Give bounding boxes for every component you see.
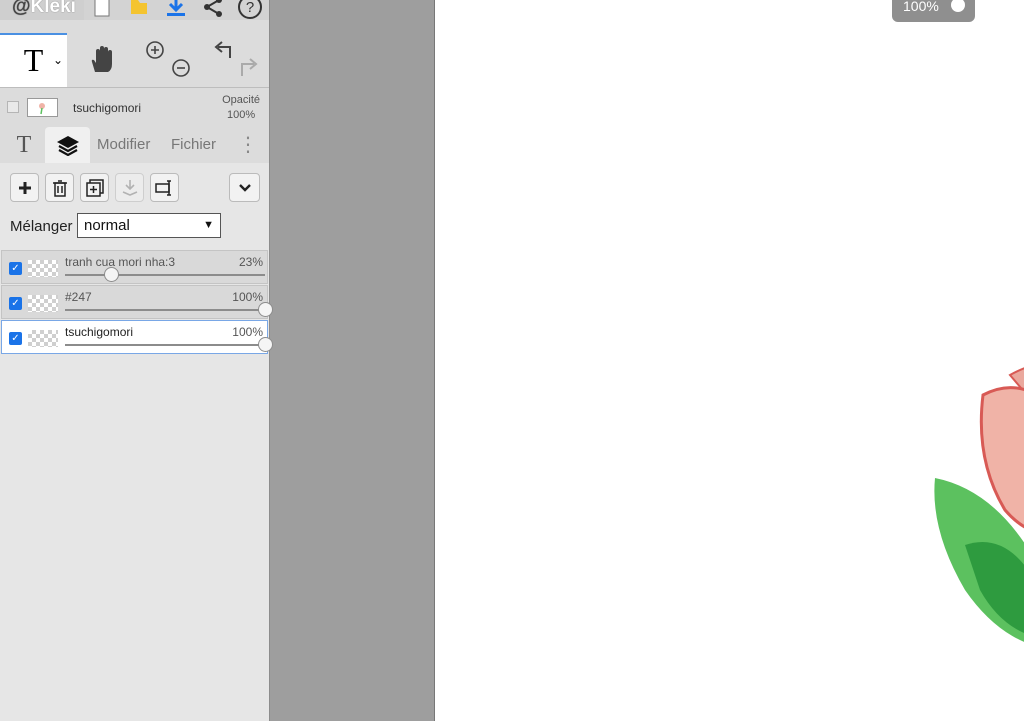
- svg-text:?: ?: [246, 0, 254, 16]
- layer-name: tranh cua mori nha:3: [65, 255, 176, 269]
- text-tool-button[interactable]: T ⌄: [0, 33, 67, 87]
- chevron-down-icon: [238, 183, 251, 192]
- layer-thumbnail: [28, 295, 58, 312]
- redo-icon[interactable]: [241, 58, 258, 76]
- history-controls: [201, 33, 269, 87]
- delete-layer-button[interactable]: [45, 173, 74, 202]
- merge-down-button[interactable]: [115, 173, 144, 202]
- layer-thumbnail: [28, 260, 58, 277]
- tab-text[interactable]: T: [10, 127, 38, 163]
- app-name: Kleki: [30, 0, 76, 17]
- opacity-value: 100%: [226, 109, 256, 121]
- tool-row: T ⌄: [0, 33, 269, 88]
- layers-panel: Mélanger normal ▼ ✓ tranh cua mori nha:3 2…: [0, 163, 273, 721]
- duplicate-icon: [85, 178, 104, 197]
- layer-visibility-checkbox[interactable]: ✓: [9, 262, 22, 275]
- hand-tool-button[interactable]: [67, 33, 134, 87]
- new-file-icon[interactable]: [93, 0, 111, 20]
- layer-name: #247: [65, 290, 92, 304]
- layers-icon: [56, 136, 79, 156]
- layer-opacity: 100%: [232, 290, 263, 304]
- layer-thumbnail: [27, 98, 58, 117]
- opacity-slider-handle[interactable]: [104, 267, 119, 282]
- opacity-slider-handle[interactable]: [258, 337, 273, 352]
- share-icon[interactable]: [201, 0, 225, 20]
- opacity-slider-handle[interactable]: [258, 302, 273, 317]
- layer-row[interactable]: ✓ tsuchigomori 100%: [1, 320, 273, 354]
- opacity-slider-track[interactable]: [65, 344, 265, 346]
- zoom-in-icon[interactable]: [146, 41, 164, 59]
- zoom-out-icon[interactable]: [172, 59, 190, 77]
- zoom-controls: [134, 33, 201, 87]
- sidebar: @Kleki ? T ⌄ tsuchigomori Opacité 100% T…: [0, 0, 273, 721]
- layer-visibility-checkbox[interactable]: [7, 101, 19, 113]
- compass-icon[interactable]: [951, 0, 965, 12]
- opacity-slider-track[interactable]: [65, 274, 265, 276]
- blend-mode-select[interactable]: normal ▼: [77, 213, 221, 238]
- trash-icon: [52, 179, 67, 197]
- opacity-slider-track[interactable]: [65, 309, 265, 311]
- rename-icon: [154, 179, 171, 196]
- chevron-down-icon: ▼: [203, 219, 214, 231]
- layer-visibility-checkbox[interactable]: ✓: [9, 297, 22, 310]
- merge-down-icon: [122, 179, 137, 196]
- layer-row[interactable]: ✓ #247 100%: [1, 285, 273, 319]
- plus-icon: [18, 181, 31, 194]
- layer-opacity: 100%: [232, 325, 263, 339]
- undo-icon[interactable]: [214, 41, 231, 58]
- rename-layer-button[interactable]: [150, 173, 179, 202]
- opacity-display: Opacité 100%: [222, 93, 260, 123]
- top-toolbar: @Kleki ?: [0, 0, 269, 20]
- open-file-icon[interactable]: [128, 0, 150, 20]
- duplicate-layer-button[interactable]: [80, 173, 109, 202]
- blend-mode-value: normal: [84, 217, 130, 234]
- download-icon[interactable]: [164, 0, 188, 20]
- blend-mode-label: Mélanger: [10, 218, 73, 235]
- zoom-value: 100%: [903, 0, 939, 14]
- opacity-label: Opacité: [222, 94, 260, 106]
- app-logo[interactable]: @Kleki: [0, 0, 84, 20]
- layer-name: tsuchigomori: [65, 325, 134, 339]
- add-layer-button[interactable]: [10, 173, 39, 202]
- more-options-icon[interactable]: ⋮: [238, 127, 258, 163]
- active-layer-header: tsuchigomori Opacité 100%: [0, 92, 269, 124]
- layer-visibility-checkbox[interactable]: ✓: [9, 332, 22, 345]
- tab-file[interactable]: Fichier: [171, 127, 216, 163]
- active-layer-name: tsuchigomori: [73, 101, 142, 115]
- tab-layers[interactable]: [45, 127, 90, 163]
- text-tool-glyph: T: [23, 42, 44, 78]
- artwork: tsuchigomori #247: [934, 367, 1024, 642]
- panel-tabs: T Modifier Fichier ⋮: [0, 127, 269, 164]
- zoom-indicator[interactable]: 100%: [892, 0, 975, 22]
- hand-icon: [91, 46, 112, 72]
- help-icon[interactable]: ?: [236, 0, 264, 20]
- chevron-down-icon[interactable]: ⌄: [53, 35, 63, 85]
- collapse-layers-button[interactable]: [229, 173, 260, 202]
- layer-row[interactable]: ✓ tranh cua mori nha:3 23%: [1, 250, 268, 284]
- layer-thumbnail: [28, 330, 58, 347]
- tab-modify[interactable]: Modifier: [97, 127, 150, 163]
- layer-opacity: 23%: [238, 255, 263, 269]
